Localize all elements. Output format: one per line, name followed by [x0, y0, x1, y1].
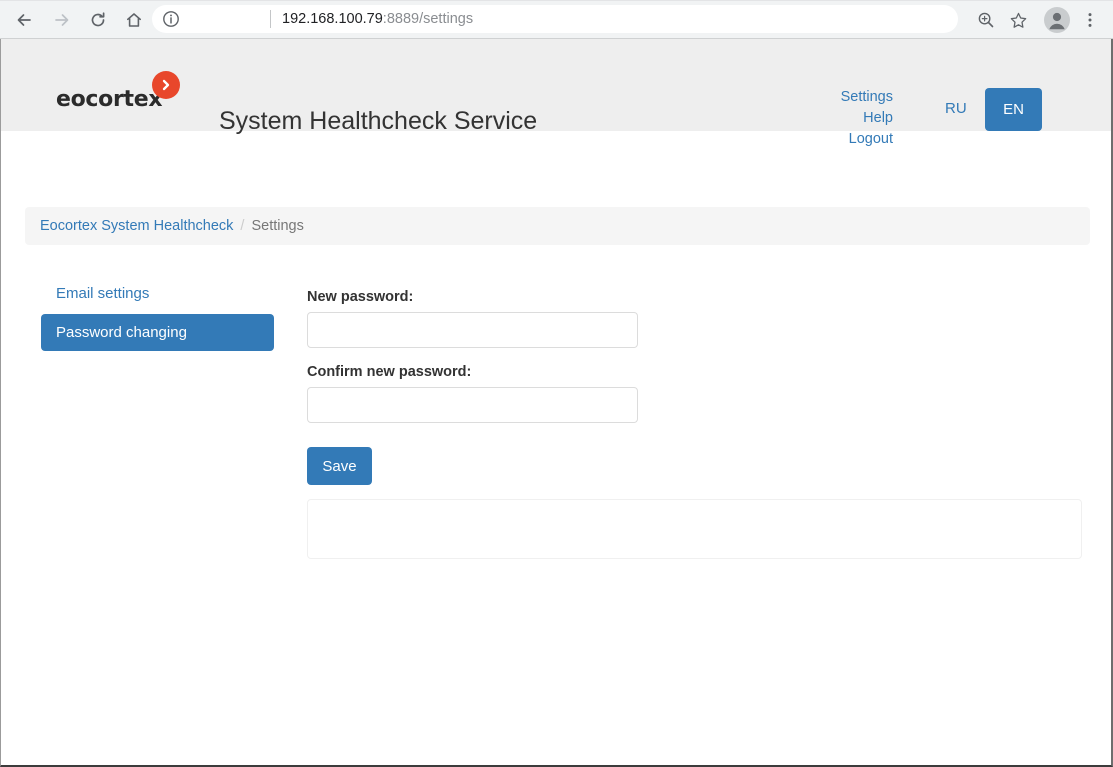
new-password-label: New password: [307, 289, 414, 305]
breadcrumb-current: Settings [251, 218, 304, 234]
home-button[interactable] [122, 8, 146, 32]
sidebar-item-email-settings[interactable]: Email settings [41, 275, 274, 312]
omnibox-divider [270, 10, 271, 28]
url-host: 192.168.100.79 [282, 11, 383, 27]
sidebar-item-password-changing[interactable]: Password changing [41, 314, 274, 351]
reload-button[interactable] [86, 8, 110, 32]
page-title: System Healthcheck Service [219, 107, 538, 135]
new-password-input[interactable] [307, 312, 638, 348]
breadcrumb-separator: / [240, 218, 245, 234]
header-nav-links: Settings Help Logout [841, 87, 893, 150]
star-icon[interactable] [1006, 8, 1030, 32]
breadcrumb: Eocortex System Healthcheck / Settings [25, 207, 1090, 245]
back-button[interactable] [12, 8, 36, 32]
three-dot-menu-icon[interactable] [1078, 8, 1102, 32]
app-header: eocortex System Healthcheck Service Sett… [1, 39, 1111, 147]
home-icon [124, 10, 144, 30]
url-path: :8889/settings [382, 11, 474, 27]
browser-chrome: 192.168.100.79:8889/settings [0, 0, 1113, 39]
header-link-settings[interactable]: Settings [841, 87, 893, 108]
sidebar-item-password-changing-label: Password changing [56, 324, 187, 341]
url-text[interactable]: 192.168.100.79:8889/settings [282, 10, 473, 29]
back-arrow-icon [14, 10, 34, 30]
language-switch-en[interactable]: EN [985, 88, 1042, 131]
save-button[interactable]: Save [307, 447, 372, 485]
settings-sidebar: Email settings Password changing [41, 275, 274, 353]
app-logo[interactable]: eocortex [56, 71, 180, 123]
header-link-help[interactable]: Help [841, 108, 893, 129]
chevron-right-badge-icon [152, 71, 180, 99]
zoom-magnifier-icon[interactable] [974, 8, 998, 32]
logo-wordmark: eocortex [56, 87, 163, 112]
language-switch-ru[interactable]: RU [945, 100, 967, 117]
page-viewport: eocortex System Healthcheck Service Sett… [0, 39, 1113, 767]
reload-icon [88, 10, 108, 30]
password-change-form: New password: Confirm new password: Save [307, 289, 1082, 559]
info-circle-icon[interactable] [162, 10, 180, 28]
forward-arrow-icon [52, 10, 72, 30]
address-bar[interactable] [152, 5, 958, 33]
confirm-password-label: Confirm new password: [307, 364, 472, 380]
confirm-password-group: Confirm new password: [307, 364, 1082, 423]
new-password-group: New password: [307, 289, 1082, 348]
result-panel [307, 499, 1082, 559]
language-switch-en-label: EN [1003, 101, 1024, 118]
browser-tab-strip [0, 0, 1113, 3]
header-link-logout[interactable]: Logout [841, 129, 893, 150]
forward-button[interactable] [50, 8, 74, 32]
breadcrumb-root-link[interactable]: Eocortex System Healthcheck [40, 218, 233, 234]
profile-avatar-icon[interactable] [1044, 7, 1070, 33]
confirm-password-input[interactable] [307, 387, 638, 423]
